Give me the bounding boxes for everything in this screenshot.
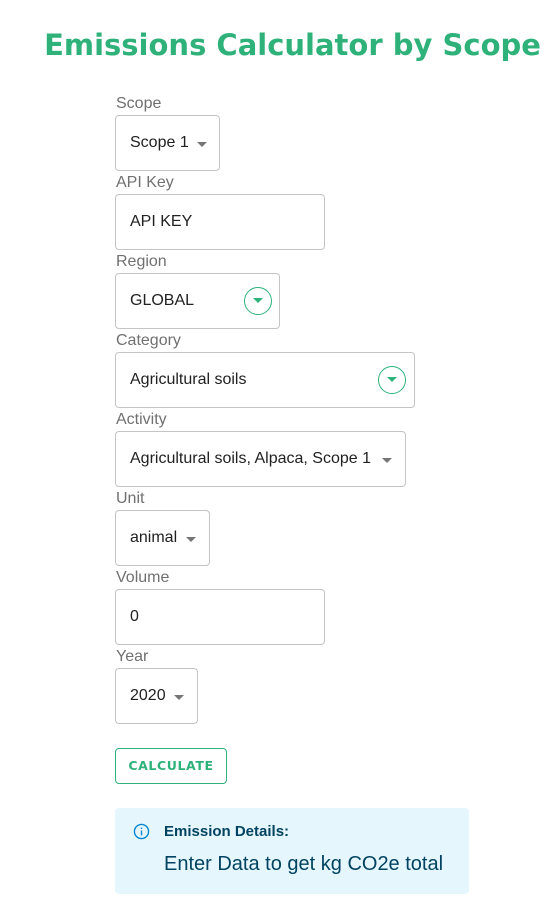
- category-label: Category: [116, 332, 181, 349]
- emission-details-alert: Emission Details: Enter Data to get kg C…: [115, 808, 469, 894]
- scope-select[interactable]: Scope 1: [115, 115, 220, 171]
- info-icon: [133, 823, 150, 840]
- api-key-input[interactable]: API KEY: [115, 194, 325, 250]
- activity-select[interactable]: Agricultural soils, Alpaca, Scope 1: [115, 431, 406, 487]
- region-autocomplete-value: GLOBAL: [130, 292, 195, 309]
- unit-label: Unit: [116, 490, 145, 507]
- alert-message: Enter Data to get kg CO2e total: [164, 853, 444, 875]
- unit-select[interactable]: animal: [115, 510, 210, 566]
- region-autocomplete[interactable]: GLOBAL: [115, 273, 280, 329]
- volume-label: Volume: [116, 569, 170, 586]
- region-open-button[interactable]: [244, 287, 272, 315]
- caret-down-icon: [382, 458, 392, 463]
- chevron-down-icon: [253, 298, 263, 303]
- region-label: Region: [116, 253, 167, 270]
- category-open-button[interactable]: [378, 366, 406, 394]
- alert-title: Emission Details:: [164, 823, 290, 840]
- api-key-label: API Key: [116, 174, 174, 191]
- category-autocomplete-value: Agricultural soils: [130, 371, 247, 388]
- caret-down-icon: [186, 537, 196, 542]
- scope-label: Scope: [116, 95, 162, 112]
- page-title: Emissions Calculator by Scope: [44, 28, 541, 62]
- chevron-down-icon: [387, 377, 397, 382]
- volume-input[interactable]: 0: [115, 589, 325, 645]
- caret-down-icon: [197, 142, 207, 147]
- caret-down-icon: [174, 695, 184, 700]
- year-select[interactable]: 2020: [115, 668, 198, 724]
- category-autocomplete[interactable]: Agricultural soils: [115, 352, 415, 408]
- calculate-button[interactable]: CALCULATE: [115, 748, 227, 784]
- year-label: Year: [116, 648, 149, 665]
- unit-select-value: animal: [130, 529, 178, 546]
- activity-label: Activity: [116, 411, 167, 428]
- year-select-value: 2020: [130, 687, 166, 704]
- activity-select-value: Agricultural soils, Alpaca, Scope 1: [130, 450, 372, 467]
- scope-select-value: Scope 1: [130, 134, 189, 151]
- api-key-input-value: API KEY: [130, 213, 193, 230]
- volume-input-value: 0: [130, 608, 139, 625]
